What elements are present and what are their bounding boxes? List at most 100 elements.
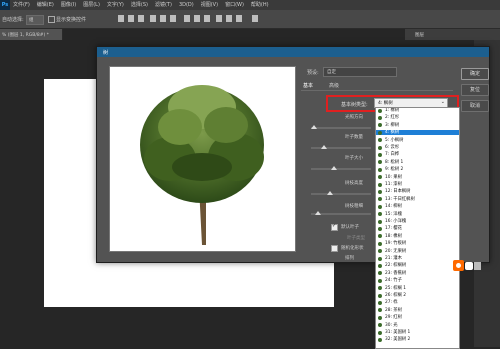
align-right-icon[interactable] [170, 15, 176, 22]
menu-item[interactable]: 编辑(E) [37, 2, 54, 8]
tree-thumbnail-icon [378, 189, 382, 194]
tree-type-option-label: 22: 棕榈树 [385, 263, 407, 269]
tree-type-option[interactable]: 26: 棕榈 2 [376, 293, 459, 298]
tree-thumbnail-icon [378, 226, 382, 231]
tree-type-option[interactable]: 32: 美国树 2 [376, 337, 459, 342]
ime-settings-icon[interactable] [474, 262, 481, 270]
branch-thickness-slider[interactable] [311, 211, 371, 215]
menu-item[interactable]: 图像(I) [61, 2, 76, 8]
tree-type-option[interactable]: 2: 红杉 [376, 115, 459, 120]
tree-thumbnail-icon [378, 337, 382, 342]
tree-type-option[interactable]: 16: 小洋槐 [376, 219, 459, 224]
auto-align-icon[interactable] [252, 15, 258, 22]
leaf-size-slider[interactable] [311, 166, 371, 170]
branch-height-slider[interactable] [311, 191, 371, 195]
align-top-icon[interactable] [118, 15, 124, 22]
tree-type-option[interactable]: 22: 棕榈树 [376, 263, 459, 268]
tab-advanced[interactable]: 高级 [329, 82, 339, 89]
leaf-type-label: 叶子类型 [347, 236, 365, 241]
layers-panel-header[interactable]: 图层 [405, 29, 500, 40]
tree-type-option[interactable]: 20: 无果树 [376, 249, 459, 254]
tree-type-option[interactable]: 11: 漆树 [376, 182, 459, 187]
ok-button[interactable]: 确定 [461, 68, 489, 80]
tree-thumbnail-icon [378, 108, 382, 113]
menu-item[interactable]: 滤镜(T) [155, 2, 172, 8]
menu-item[interactable]: 选择(S) [131, 2, 148, 8]
reset-button[interactable]: 复位 [461, 84, 489, 96]
distribute-hcenter-icon[interactable] [226, 15, 232, 22]
menu-item[interactable]: 窗口(W) [225, 2, 244, 8]
tree-type-option-label: 14: 柳树 [385, 204, 402, 210]
tree-type-option-label: 6: 云杉 [385, 145, 400, 150]
tree-type-option[interactable]: 6: 云杉 [376, 145, 459, 150]
tree-type-option[interactable]: 25: 棕榈 1 [376, 286, 459, 291]
tree-type-option-label: 27: 栎 [385, 300, 398, 306]
distribute-left-icon[interactable] [216, 15, 222, 22]
menu-item[interactable]: 帮助(H) [251, 2, 269, 8]
menu-item[interactable]: 文件(F) [13, 2, 30, 8]
tree-type-option[interactable]: 21: 灌木 [376, 256, 459, 261]
cancel-button[interactable]: 取消 [461, 100, 489, 112]
align-vcenter-icon[interactable] [128, 15, 134, 22]
tree-type-option-label: 31: 美国树 1 [385, 330, 411, 335]
tree-type-option[interactable]: 17: 樱花 [376, 226, 459, 231]
align-bottom-icon[interactable] [138, 15, 144, 22]
tree-type-option-label: 23: 香蕉树 [385, 270, 407, 276]
tree-type-option[interactable]: 29: 红树 [376, 315, 459, 320]
tree-type-option[interactable]: 15: 洋槐 [376, 212, 459, 217]
tree-type-option[interactable]: 9: 松树 2 [376, 167, 459, 172]
tree-type-option-label: 15: 洋槐 [385, 211, 402, 217]
preset-dropdown[interactable]: 自定 [323, 67, 397, 77]
show-transform-checkbox[interactable] [48, 16, 55, 23]
tree-type-option[interactable]: 24: 竹子 [376, 278, 459, 283]
tree-thumbnail-icon [378, 286, 382, 291]
tree-type-option[interactable]: 12: 日本枫树 [376, 189, 459, 194]
tree-type-option[interactable]: 18: 橡树 [376, 234, 459, 239]
tree-type-option-label: 30: 光 [385, 322, 398, 328]
tree-type-option-label: 32: 美国树 2 [385, 337, 411, 343]
menu-bar: Ps 文件(F) 编辑(E) 图像(I) 图层(L) 文字(Y) 选择(S) 滤镜(T) 3D… [0, 0, 500, 10]
tree-type-option[interactable]: 7: 白桦 [376, 152, 459, 157]
tree-type-option[interactable]: 31: 美国树 1 [376, 330, 459, 335]
tree-thumbnail-icon [378, 175, 382, 180]
ime-mode-icon[interactable] [465, 262, 473, 270]
tree-type-option[interactable]: 28: 茶树 [376, 308, 459, 313]
tree-type-option-label: 17: 樱花 [385, 226, 402, 232]
distribute-top-icon[interactable] [184, 15, 190, 22]
tree-type-option[interactable]: 19: 竹板树 [376, 241, 459, 246]
tree-type-option[interactable]: 3: 柳树 [376, 123, 459, 128]
tab-basic[interactable]: 基本 [303, 82, 313, 89]
menu-item[interactable]: 视图(V) [201, 2, 218, 8]
distribute-vcenter-icon[interactable] [194, 15, 200, 22]
tree-type-option[interactable]: 23: 香蕉树 [376, 271, 459, 276]
ime-icon[interactable] [453, 260, 464, 271]
distribute-right-icon[interactable] [236, 15, 242, 22]
tree-type-option[interactable]: 4: 枫树 [376, 130, 459, 136]
tree-thumbnail-icon [378, 256, 382, 261]
menu-item[interactable]: 文字(Y) [107, 2, 124, 8]
dialog-titlebar[interactable]: 树 [97, 47, 489, 57]
tree-type-option-label: 4: 枫树 [385, 130, 400, 136]
tree-type-option[interactable]: 5: 小枫树 [376, 138, 459, 143]
align-hcenter-icon[interactable] [160, 15, 166, 22]
tree-type-option[interactable]: 13: 千日红枫树 [376, 197, 459, 202]
tree-type-option[interactable]: 1: 橡树 [376, 108, 459, 113]
document-tab[interactable]: % (图层 1, RGB/8#) * [0, 29, 63, 40]
random-shape-checkbox[interactable] [331, 245, 338, 252]
menu-item[interactable]: 3D(D) [179, 2, 194, 8]
tree-type-option[interactable]: 14: 柳树 [376, 204, 459, 209]
light-direction-slider[interactable] [311, 125, 371, 129]
menu-item[interactable]: 图层(L) [83, 2, 100, 8]
light-direction-label: 光照方向 [345, 115, 363, 120]
distribute-bottom-icon[interactable] [204, 15, 210, 22]
tree-type-option[interactable]: 30: 光 [376, 323, 459, 328]
tree-type-option[interactable]: 27: 栎 [376, 300, 459, 305]
auto-select-dropdown[interactable]: 组 [26, 15, 44, 25]
default-leaves-checkbox[interactable] [331, 223, 338, 231]
align-left-icon[interactable] [150, 15, 156, 22]
tree-type-option[interactable]: 8: 松树 1 [376, 160, 459, 165]
tree-type-option-label: 29: 红树 [385, 315, 402, 321]
tree-type-option[interactable]: 10: 果树 [376, 175, 459, 180]
tree-thumbnail-icon [378, 249, 382, 254]
leaf-amount-slider[interactable] [311, 145, 371, 149]
